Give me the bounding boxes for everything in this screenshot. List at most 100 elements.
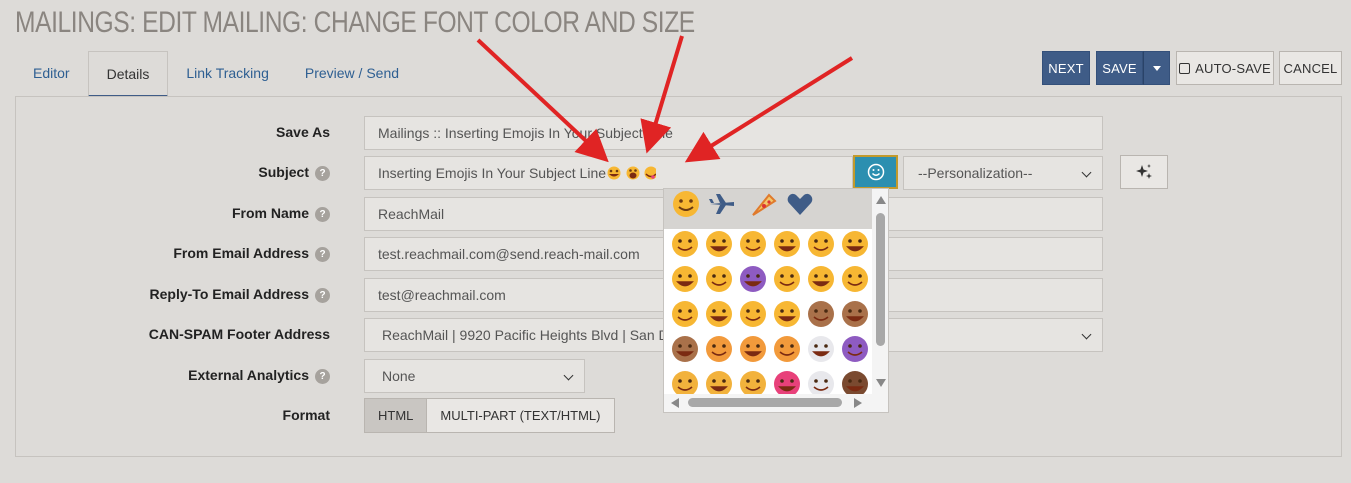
- emoji-item[interactable]: [770, 227, 804, 261]
- auto-save-toggle[interactable]: AUTO-SAVE: [1176, 51, 1274, 85]
- save-as-label: Save As: [276, 124, 330, 140]
- emoji-icon: [842, 266, 868, 292]
- format-toggle: HTML MULTI-PART (TEXT/HTML): [364, 398, 615, 433]
- emoji-item[interactable]: [838, 297, 872, 331]
- emoji-item[interactable]: [838, 262, 872, 296]
- emoji-category-bar: [664, 189, 888, 229]
- emoji-icon: [808, 231, 834, 257]
- emoji-icon: [706, 301, 732, 327]
- emoji-icon: [672, 336, 698, 362]
- emoji-item[interactable]: [736, 262, 770, 296]
- help-icon[interactable]: ?: [315, 369, 330, 384]
- emoji-item[interactable]: [804, 262, 838, 296]
- emoji-item[interactable]: [804, 227, 838, 261]
- help-icon[interactable]: ?: [315, 166, 330, 181]
- smiley-face-icon[interactable]: [668, 189, 704, 229]
- emoji-icon: [740, 266, 766, 292]
- emoji-item[interactable]: [770, 297, 804, 331]
- emoji-item[interactable]: [770, 332, 804, 366]
- sparkle-icon: [1136, 164, 1152, 179]
- emoji-item[interactable]: [804, 332, 838, 366]
- help-icon[interactable]: ?: [315, 207, 330, 222]
- emoji-item[interactable]: [804, 297, 838, 331]
- emoji-row: [668, 262, 874, 297]
- airplane-icon[interactable]: [704, 189, 740, 229]
- emoji-icon: [774, 301, 800, 327]
- ai-sparkle-button[interactable]: [1120, 155, 1168, 189]
- pizza-icon[interactable]: [746, 189, 782, 229]
- analytics-label: External Analytics?: [188, 367, 330, 384]
- emoji-icon: [808, 336, 834, 362]
- help-icon[interactable]: ?: [315, 288, 330, 303]
- emoji-item[interactable]: [736, 297, 770, 331]
- emoji-icon: [774, 266, 800, 292]
- emoji-picker-button[interactable]: [853, 155, 898, 189]
- scrollbar-thumb[interactable]: [876, 213, 885, 346]
- save-dropdown-button[interactable]: [1143, 51, 1170, 85]
- horizontal-scrollbar[interactable]: [664, 394, 888, 412]
- heart-icon[interactable]: [782, 189, 818, 229]
- scroll-up-icon[interactable]: [876, 196, 886, 204]
- emoji-icon: [706, 231, 732, 257]
- caret-down-icon: [1152, 65, 1161, 71]
- emoji-item[interactable]: [702, 262, 736, 296]
- emoji-item[interactable]: [838, 227, 872, 261]
- scroll-right-icon[interactable]: [854, 398, 862, 408]
- cancel-button[interactable]: CANCEL: [1279, 51, 1342, 85]
- emoji-icon: [842, 231, 868, 257]
- tab-editor[interactable]: Editor: [15, 51, 88, 97]
- emoji-icon: [740, 231, 766, 257]
- emoji-icon: [842, 301, 868, 327]
- emoji-item[interactable]: [736, 332, 770, 366]
- tab-link-tracking[interactable]: Link Tracking: [168, 51, 286, 97]
- from-email-label: From Email Address?: [173, 245, 330, 262]
- emoji-item[interactable]: [838, 332, 872, 366]
- vertical-scrollbar[interactable]: [872, 189, 888, 394]
- tab-details[interactable]: Details: [87, 51, 169, 97]
- format-multipart-button[interactable]: MULTI-PART (TEXT/HTML): [427, 399, 614, 432]
- emoji-picker: [663, 188, 889, 413]
- emoji-icon: [808, 266, 834, 292]
- emoji-item[interactable]: [668, 227, 702, 261]
- emoji-item[interactable]: [668, 332, 702, 366]
- emoji-icon: [672, 266, 698, 292]
- emoji-item[interactable]: [668, 262, 702, 296]
- analytics-select[interactable]: None: [364, 359, 585, 393]
- save-as-input[interactable]: Mailings :: Inserting Emojis In Your Sub…: [364, 116, 1103, 150]
- emoji-row: [668, 297, 874, 332]
- save-button[interactable]: SAVE: [1096, 51, 1143, 85]
- scroll-down-icon[interactable]: [876, 379, 886, 387]
- emoji-icon: [706, 266, 732, 292]
- format-label: Format: [282, 407, 330, 423]
- from-name-label: From Name?: [232, 205, 330, 222]
- emoji-icon: [672, 301, 698, 327]
- emoji-item[interactable]: [702, 227, 736, 261]
- emoji-item[interactable]: [668, 297, 702, 331]
- auto-save-label: AUTO-SAVE: [1195, 60, 1271, 76]
- emoji-item[interactable]: [702, 297, 736, 331]
- subject-input[interactable]: Inserting Emojis In Your Subject Line: [364, 156, 853, 190]
- tab-divider: [15, 96, 1342, 97]
- emoji-item[interactable]: [770, 262, 804, 296]
- smiley-icon: [867, 163, 884, 181]
- format-html-button[interactable]: HTML: [365, 399, 428, 432]
- subject-emojis-icon: [607, 166, 658, 180]
- page-title: MAILINGS: EDIT MAILING: CHANGE FONT COLO…: [15, 6, 695, 39]
- emoji-icon: [740, 301, 766, 327]
- emoji-icon: [740, 336, 766, 362]
- tab-bar: Editor Details Link Tracking Preview / S…: [15, 51, 417, 97]
- help-icon[interactable]: ?: [315, 247, 330, 262]
- emoji-item[interactable]: [702, 332, 736, 366]
- checkbox-icon: [1179, 62, 1191, 74]
- emoji-item[interactable]: [736, 227, 770, 261]
- scrollbar-thumb[interactable]: [688, 398, 842, 407]
- scroll-left-icon[interactable]: [671, 398, 679, 408]
- personalization-select[interactable]: --Personalization--: [903, 156, 1103, 190]
- emoji-icon: [774, 336, 800, 362]
- next-button[interactable]: NEXT: [1042, 51, 1090, 85]
- reply-to-label: Reply-To Email Address?: [150, 286, 330, 303]
- tab-preview-send[interactable]: Preview / Send: [287, 51, 417, 97]
- emoji-icon: [774, 231, 800, 257]
- canspam-label: CAN-SPAM Footer Address: [148, 326, 330, 342]
- emoji-row: [668, 332, 874, 367]
